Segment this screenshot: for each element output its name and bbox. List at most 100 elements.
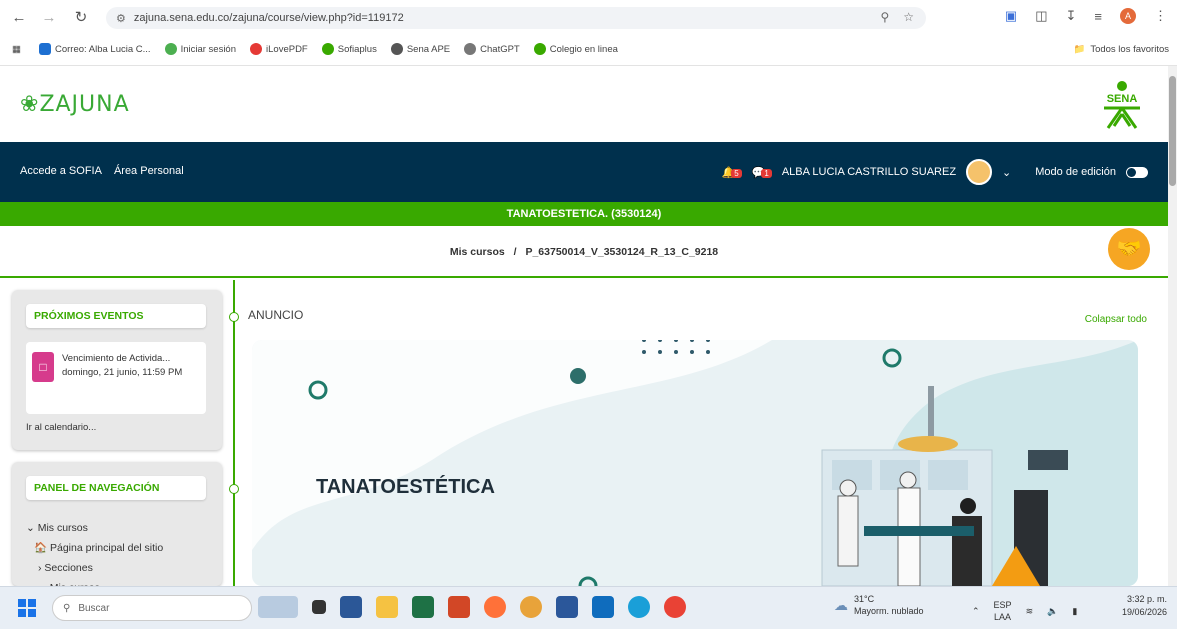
page-scrollbar[interactable] — [1168, 66, 1177, 586]
search-icon: ⚲ — [63, 602, 71, 614]
bookmark-sena-ape[interactable]: Sena APE — [390, 43, 450, 55]
temperature: 31°C — [854, 594, 875, 604]
puzzle-icon[interactable]: ◫ — [1035, 8, 1047, 24]
bookmark-sofiaplus[interactable]: Sofiaplus — [321, 43, 377, 55]
file-explorer-icon[interactable] — [376, 596, 398, 618]
bookmark-label: Iniciar sesión — [180, 43, 237, 55]
scrollbar-thumb[interactable] — [1169, 76, 1176, 186]
reload-icon[interactable]: ↻ — [70, 8, 92, 26]
powerpoint-icon[interactable] — [448, 596, 470, 618]
nav-tree-item[interactable]: ⌄ Mis cursos — [26, 518, 163, 538]
reading-list-icon[interactable]: ≡ — [1094, 9, 1102, 24]
forward-icon[interactable]: → — [38, 9, 60, 26]
task-view-icon[interactable] — [312, 600, 326, 614]
messages-badge: 1 — [761, 168, 772, 178]
notifications-bell[interactable]: 🔔5 — [722, 166, 742, 179]
bookmark-label: Correo: Alba Lucia C... — [54, 43, 151, 55]
weather-widget[interactable]: ☁ 31°C Mayorm. nublado — [834, 593, 924, 617]
volume-icon[interactable]: 🔈 — [1047, 606, 1058, 617]
messages-icon[interactable]: 💬1 — [752, 166, 772, 179]
banner-illustration — [252, 340, 1138, 586]
all-favorites[interactable]: 📁 Todos los favoritos — [1073, 38, 1169, 60]
edge-icon[interactable] — [628, 596, 650, 618]
lang-sub-text: LAA — [994, 612, 1012, 622]
language-indicator[interactable]: ESP LAA — [994, 599, 1012, 623]
site-header: ❀ZAJUNA SENA — [0, 66, 1168, 142]
bookmark-label: ChatGPT — [480, 43, 520, 55]
nav-panel-title: PANEL DE NAVEGACIÓN — [26, 476, 206, 500]
leaf-icon: ❀ — [20, 92, 40, 117]
edit-mode-toggle[interactable] — [1126, 166, 1148, 178]
system-tray: ⌃ ESP LAA ≋ 🔈 ▮ — [972, 599, 1077, 623]
user-avatar[interactable] — [966, 159, 993, 185]
bookmark-star-icon[interactable]: ☆ — [903, 10, 914, 24]
nav-tree-item[interactable]: 🏠 Página principal del sitio — [26, 538, 163, 558]
breadcrumb-row: Mis cursos / P_63750014_V_3530124_R_13_C… — [0, 226, 1168, 278]
nav-tree-label: Página principal del sitio — [50, 542, 164, 554]
nav-link-sofia[interactable]: Accede a SOFIA — [20, 165, 102, 177]
bookmark-correo[interactable]: Correo: Alba Lucia C... — [38, 43, 151, 55]
breadcrumb-mis-cursos[interactable]: Mis cursos — [450, 246, 505, 258]
course-title-bar: TANATOESTETICA. (3530124) — [0, 202, 1168, 226]
outlook-app-icon[interactable] — [592, 596, 614, 618]
folder-icon: 📁 — [1073, 43, 1086, 55]
extension-icon[interactable]: ▣ — [1005, 8, 1017, 24]
bookmark-iniciar-sesion[interactable]: Iniciar sesión — [164, 43, 237, 55]
user-name[interactable]: ALBA LUCIA CASTRILLO SUAREZ — [782, 166, 956, 178]
outlook-icon — [38, 43, 51, 55]
upcoming-events-block: PRÓXIMOS EVENTOS □ Vencimiento de Activi… — [12, 290, 222, 450]
navigation-block: PANEL DE NAVEGACIÓN ⌄ Mis cursos 🏠 Págin… — [12, 462, 222, 594]
nav-tree-item[interactable]: › Secciones — [26, 558, 163, 578]
site-info-icon[interactable]: ⚙ — [116, 12, 126, 25]
widgets-icon[interactable] — [258, 596, 298, 618]
browser-chrome: ← → ↻ ⚙ zajuna.sena.edu.co/zajuna/course… — [0, 0, 1177, 66]
calendar-link[interactable]: Ir al calendario... — [26, 422, 96, 433]
home-icon: 🏠 — [34, 542, 50, 554]
word-icon[interactable] — [556, 596, 578, 618]
chevron-up-icon[interactable]: ⌃ — [972, 606, 980, 617]
nav-link-area-personal[interactable]: Área Personal — [114, 165, 184, 177]
notifications-badge: 5 — [731, 168, 742, 178]
timeline-dot — [229, 484, 239, 494]
heart-icon — [250, 43, 263, 55]
event-item[interactable]: □ Vencimiento de Activida... domingo, 21… — [26, 342, 206, 414]
calendar-app-icon[interactable] — [340, 596, 362, 618]
chevron-down-icon[interactable]: ⌄ — [1002, 166, 1011, 179]
windows-taskbar: ⚲ Buscar ☁ 31°C Mayorm. nublado ⌃ ESP LA… — [0, 586, 1177, 629]
clock-time: 3:32 p. m. — [1126, 594, 1167, 604]
profile-avatar[interactable]: A — [1120, 8, 1136, 24]
timeline-dot — [229, 312, 239, 322]
firefox-icon[interactable] — [484, 596, 506, 618]
wifi-icon[interactable]: ≋ — [1026, 606, 1034, 617]
zoom-icon[interactable]: ⚲ — [880, 10, 889, 24]
clock[interactable]: 3:32 p. m. 19/06/2026 — [1122, 593, 1167, 619]
download-icon[interactable]: ↧ — [1066, 8, 1077, 24]
bookmark-chatgpt[interactable]: ChatGPT — [464, 43, 520, 55]
apps-icon[interactable]: ▦ — [12, 44, 21, 55]
sena-logo[interactable]: SENA — [1098, 80, 1146, 130]
taskbar-search[interactable]: ⚲ Buscar — [52, 595, 252, 621]
event-name[interactable]: Vencimiento de Activida... — [62, 352, 202, 366]
chrome-icon[interactable] — [520, 596, 542, 618]
collapse-all-link[interactable]: Colapsar todo — [1085, 314, 1147, 325]
back-icon[interactable]: ← — [8, 9, 30, 26]
breadcrumb-course[interactable]: P_63750014_V_3530124_R_13_C_9218 — [525, 246, 718, 258]
section-announcement[interactable]: ANUNCIO — [248, 308, 303, 322]
zajuna-logo[interactable]: ❀ZAJUNA — [20, 92, 130, 117]
menu-icon[interactable]: ⋮ — [1154, 8, 1167, 24]
globe-icon — [390, 43, 403, 55]
breadcrumb-separator: / — [513, 246, 517, 258]
edit-mode-label: Modo de edición — [1035, 166, 1116, 178]
url-bar[interactable]: ⚙ zajuna.sena.edu.co/zajuna/course/view.… — [106, 7, 926, 29]
toolbar-icons: ▣ ◫ ↧ ≡ A ⋮ — [1005, 8, 1167, 24]
handshake-icon[interactable]: 🤝 — [1108, 228, 1150, 270]
events-title: PRÓXIMOS EVENTOS — [26, 304, 206, 328]
bookmark-ilovepdf[interactable]: iLovePDF — [250, 43, 308, 55]
battery-icon[interactable]: ▮ — [1072, 606, 1077, 617]
excel-icon[interactable] — [412, 596, 434, 618]
chrome-profile-icon[interactable] — [664, 596, 686, 618]
cloud-icon: ☁ — [834, 597, 848, 613]
windows-start-icon[interactable] — [18, 599, 36, 617]
url-actions: ⚲ ☆ — [880, 10, 914, 24]
bookmark-colegio[interactable]: Colegio en linea — [533, 43, 618, 55]
